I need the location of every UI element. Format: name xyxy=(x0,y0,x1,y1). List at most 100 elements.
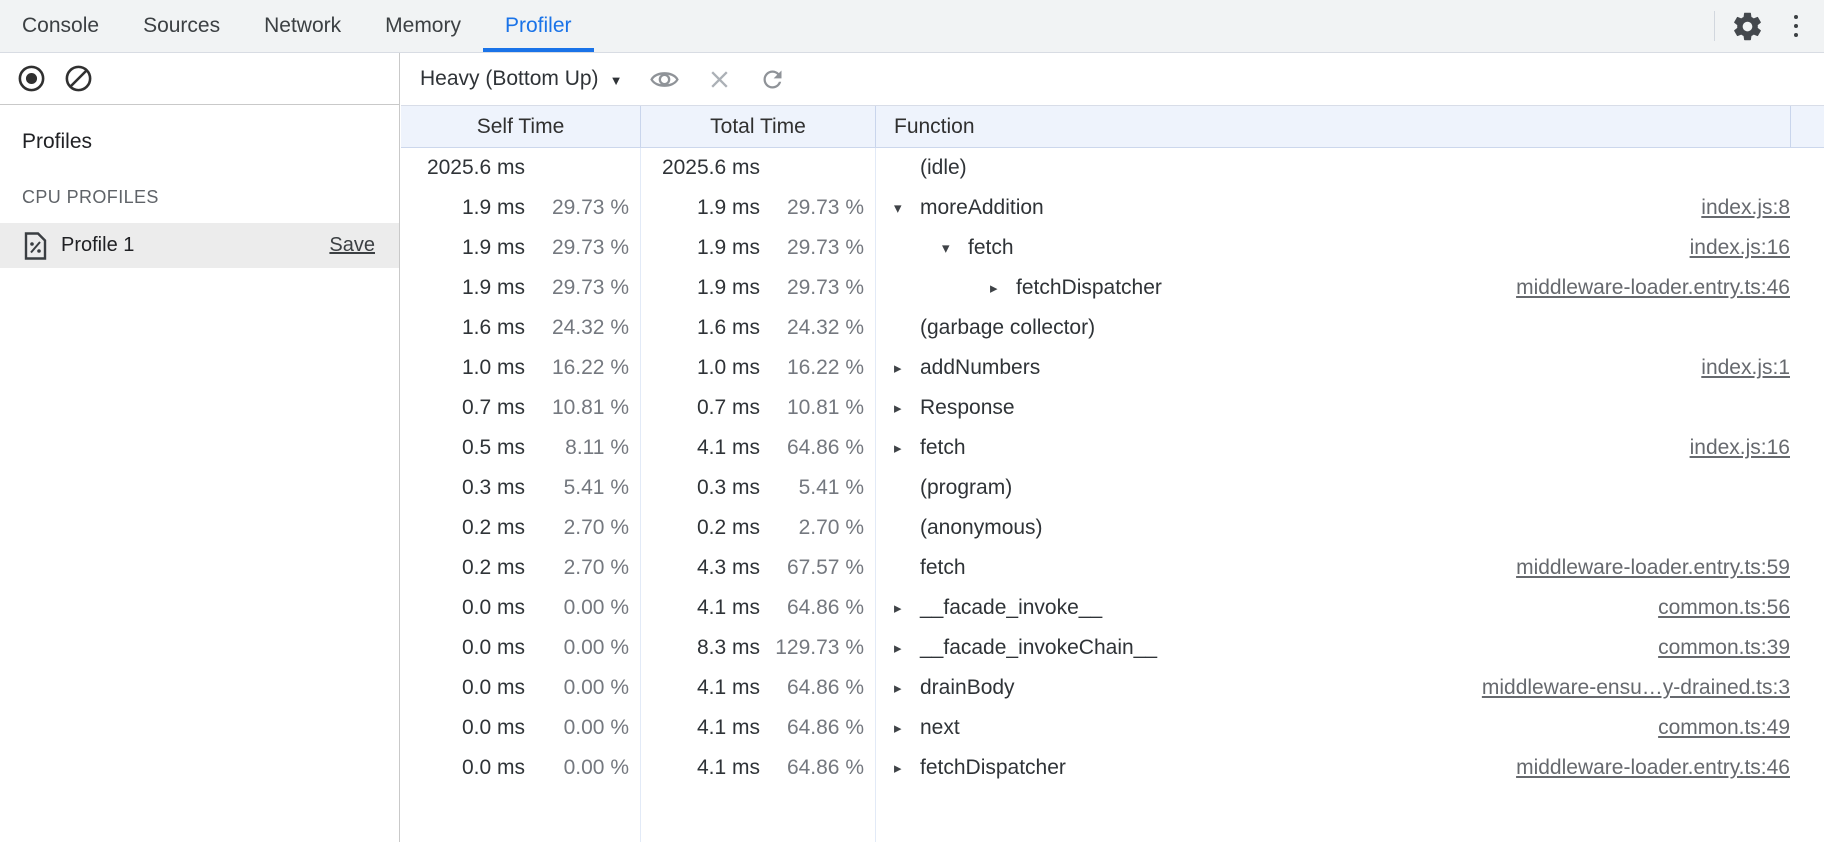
table-row[interactable]: 0.7 ms 10.81 % 0.7 ms 10.81 % ▸ Response xyxy=(401,388,1824,428)
tree-twisty-icon[interactable]: ▾ xyxy=(942,239,968,257)
table-row[interactable]: 0.0 ms 0.00 % 4.1 ms 64.86 % ▸ fetchDisp… xyxy=(401,748,1824,788)
table-row[interactable]: 0.0 ms 0.00 % 4.1 ms 64.86 % ▸ next comm… xyxy=(401,708,1824,748)
total-time-percent xyxy=(760,156,876,180)
column-header-function[interactable]: Function xyxy=(876,106,1824,147)
tree-twisty-icon[interactable]: ▸ xyxy=(894,679,920,697)
record-profile-icon[interactable] xyxy=(16,63,47,94)
more-options-kebab-icon[interactable] xyxy=(1782,15,1811,38)
tree-twisty-icon[interactable]: ▸ xyxy=(894,719,920,737)
table-row[interactable]: 1.9 ms 29.73 % 1.9 ms 29.73 % ▾ moreAddi… xyxy=(401,188,1824,228)
source-location-link[interactable]: middleware-loader.entry.ts:46 xyxy=(1516,276,1790,300)
source-location-link[interactable]: index.js:16 xyxy=(1690,236,1790,260)
source-location-link[interactable]: middleware-loader.entry.ts:59 xyxy=(1516,556,1790,580)
self-time-ms: 1.9 ms xyxy=(401,276,525,300)
table-row[interactable]: 0.0 ms 0.00 % 4.1 ms 64.86 % ▸ __facade_… xyxy=(401,588,1824,628)
table-row[interactable]: 0.5 ms 8.11 % 4.1 ms 64.86 % ▸ fetch ind… xyxy=(401,428,1824,468)
source-location-link[interactable]: middleware-ensu…y-drained.ts:3 xyxy=(1482,676,1790,700)
restore-all-refresh-icon[interactable] xyxy=(759,66,786,93)
total-time-cell: 2025.6 ms xyxy=(641,156,876,180)
self-time-percent: 8.11 % xyxy=(525,436,641,460)
total-time-ms: 1.9 ms xyxy=(641,236,760,260)
source-location-link[interactable]: index.js:1 xyxy=(1701,356,1790,380)
table-row[interactable]: 0.0 ms 0.00 % 4.1 ms 64.86 % ▸ drainBody… xyxy=(401,668,1824,708)
table-row[interactable]: 2025.6 ms 2025.6 ms (idle) xyxy=(401,148,1824,188)
cpu-profiles-section-heading: CPU PROFILES xyxy=(22,187,399,208)
tree-twisty-icon[interactable]: ▸ xyxy=(894,359,920,377)
self-time-percent: 29.73 % xyxy=(525,236,641,260)
tree-twisty-icon[interactable]: ▸ xyxy=(894,439,920,457)
column-header-total-time[interactable]: Total Time xyxy=(641,106,876,147)
tab-profiler[interactable]: Profiler xyxy=(483,0,594,52)
self-time-percent: 10.81 % xyxy=(525,396,641,420)
total-time-ms: 1.0 ms xyxy=(641,356,760,380)
profile-list-item[interactable]: Profile 1 Save xyxy=(0,223,399,268)
tree-twisty-icon[interactable]: ▾ xyxy=(894,199,920,217)
total-time-ms: 0.7 ms xyxy=(641,396,760,420)
table-row[interactable]: 0.3 ms 5.41 % 0.3 ms 5.41 % (program) xyxy=(401,468,1824,508)
total-time-ms: 4.1 ms xyxy=(641,716,760,740)
settings-gear-icon[interactable] xyxy=(1731,10,1764,43)
function-cell: fetch middleware-loader.entry.ts:59 xyxy=(876,556,1824,580)
focus-selected-eye-icon[interactable] xyxy=(649,64,680,95)
clear-profiles-icon[interactable] xyxy=(63,63,94,94)
save-profile-link[interactable]: Save xyxy=(329,234,375,257)
exclude-selected-close-icon[interactable] xyxy=(707,67,732,92)
function-name: fetch xyxy=(968,236,1014,260)
tab-sources[interactable]: Sources xyxy=(121,0,242,52)
self-time-ms: 1.6 ms xyxy=(401,316,525,340)
tab-memory[interactable]: Memory xyxy=(363,0,483,52)
source-location-link[interactable]: index.js:16 xyxy=(1690,436,1790,460)
self-time-ms: 0.0 ms xyxy=(401,716,525,740)
function-cell: ▸ fetchDispatcher middleware-loader.entr… xyxy=(876,276,1824,300)
self-time-ms: 0.5 ms xyxy=(401,436,525,460)
tree-twisty-icon[interactable]: ▸ xyxy=(990,279,1016,297)
function-name: (idle) xyxy=(920,156,967,180)
table-row[interactable]: 0.2 ms 2.70 % 4.3 ms 67.57 % fetch middl… xyxy=(401,548,1824,588)
tree-twisty-icon[interactable]: ▸ xyxy=(894,759,920,777)
source-location-link[interactable]: middleware-loader.entry.ts:46 xyxy=(1516,756,1790,780)
tabbar-right-controls xyxy=(1714,0,1824,52)
function-name: __facade_invokeChain__ xyxy=(920,636,1157,660)
profile-document-icon xyxy=(24,232,47,260)
tab-label: Sources xyxy=(143,14,220,38)
source-location-link[interactable]: index.js:8 xyxy=(1701,196,1790,220)
self-time-percent: 24.32 % xyxy=(525,316,641,340)
self-time-percent: 29.73 % xyxy=(525,196,641,220)
total-time-percent: 64.86 % xyxy=(760,436,876,460)
total-time-cell: 4.1 ms 64.86 % xyxy=(641,676,876,700)
function-cell: (anonymous) xyxy=(876,516,1824,540)
view-mode-dropdown[interactable]: Heavy (Bottom Up) ▼ xyxy=(420,67,622,91)
table-row[interactable]: 0.0 ms 0.00 % 8.3 ms 129.73 % ▸ __facade… xyxy=(401,628,1824,668)
table-row[interactable]: 0.2 ms 2.70 % 0.2 ms 2.70 % (anonymous) xyxy=(401,508,1824,548)
table-row[interactable]: 1.6 ms 24.32 % 1.6 ms 24.32 % (garbage c… xyxy=(401,308,1824,348)
self-time-percent: 5.41 % xyxy=(525,476,641,500)
column-header-self-time[interactable]: Self Time xyxy=(401,106,641,147)
table-row[interactable]: 1.9 ms 29.73 % 1.9 ms 29.73 % ▾ fetch in… xyxy=(401,228,1824,268)
chevron-down-icon: ▼ xyxy=(610,71,623,88)
source-location-link[interactable]: common.ts:49 xyxy=(1658,716,1790,740)
profiles-heading: Profiles xyxy=(22,130,399,154)
self-time-cell: 1.9 ms 29.73 % xyxy=(401,276,641,300)
self-time-ms: 1.0 ms xyxy=(401,356,525,380)
total-time-ms: 0.3 ms xyxy=(641,476,760,500)
tab-label: Memory xyxy=(385,14,461,38)
tab-network[interactable]: Network xyxy=(242,0,363,52)
function-name: __facade_invoke__ xyxy=(920,596,1102,620)
function-name: next xyxy=(920,716,960,740)
table-row[interactable]: 1.0 ms 16.22 % 1.0 ms 16.22 % ▸ addNumbe… xyxy=(401,348,1824,388)
source-location-link[interactable]: common.ts:39 xyxy=(1658,636,1790,660)
total-time-cell: 8.3 ms 129.73 % xyxy=(641,636,876,660)
tree-twisty-icon[interactable]: ▸ xyxy=(894,599,920,617)
table-row[interactable]: 1.9 ms 29.73 % 1.9 ms 29.73 % ▸ fetchDis… xyxy=(401,268,1824,308)
total-time-percent: 64.86 % xyxy=(760,756,876,780)
total-time-ms: 4.3 ms xyxy=(641,556,760,580)
tree-twisty-icon[interactable]: ▸ xyxy=(894,639,920,657)
source-location-link[interactable]: common.ts:56 xyxy=(1658,596,1790,620)
tab-console[interactable]: Console xyxy=(0,0,121,52)
tree-twisty-icon[interactable]: ▸ xyxy=(894,399,920,417)
total-time-cell: 0.7 ms 10.81 % xyxy=(641,396,876,420)
self-time-percent: 16.22 % xyxy=(525,356,641,380)
total-time-cell: 4.3 ms 67.57 % xyxy=(641,556,876,580)
self-time-cell: 0.5 ms 8.11 % xyxy=(401,436,641,460)
function-name: fetchDispatcher xyxy=(1016,276,1162,300)
